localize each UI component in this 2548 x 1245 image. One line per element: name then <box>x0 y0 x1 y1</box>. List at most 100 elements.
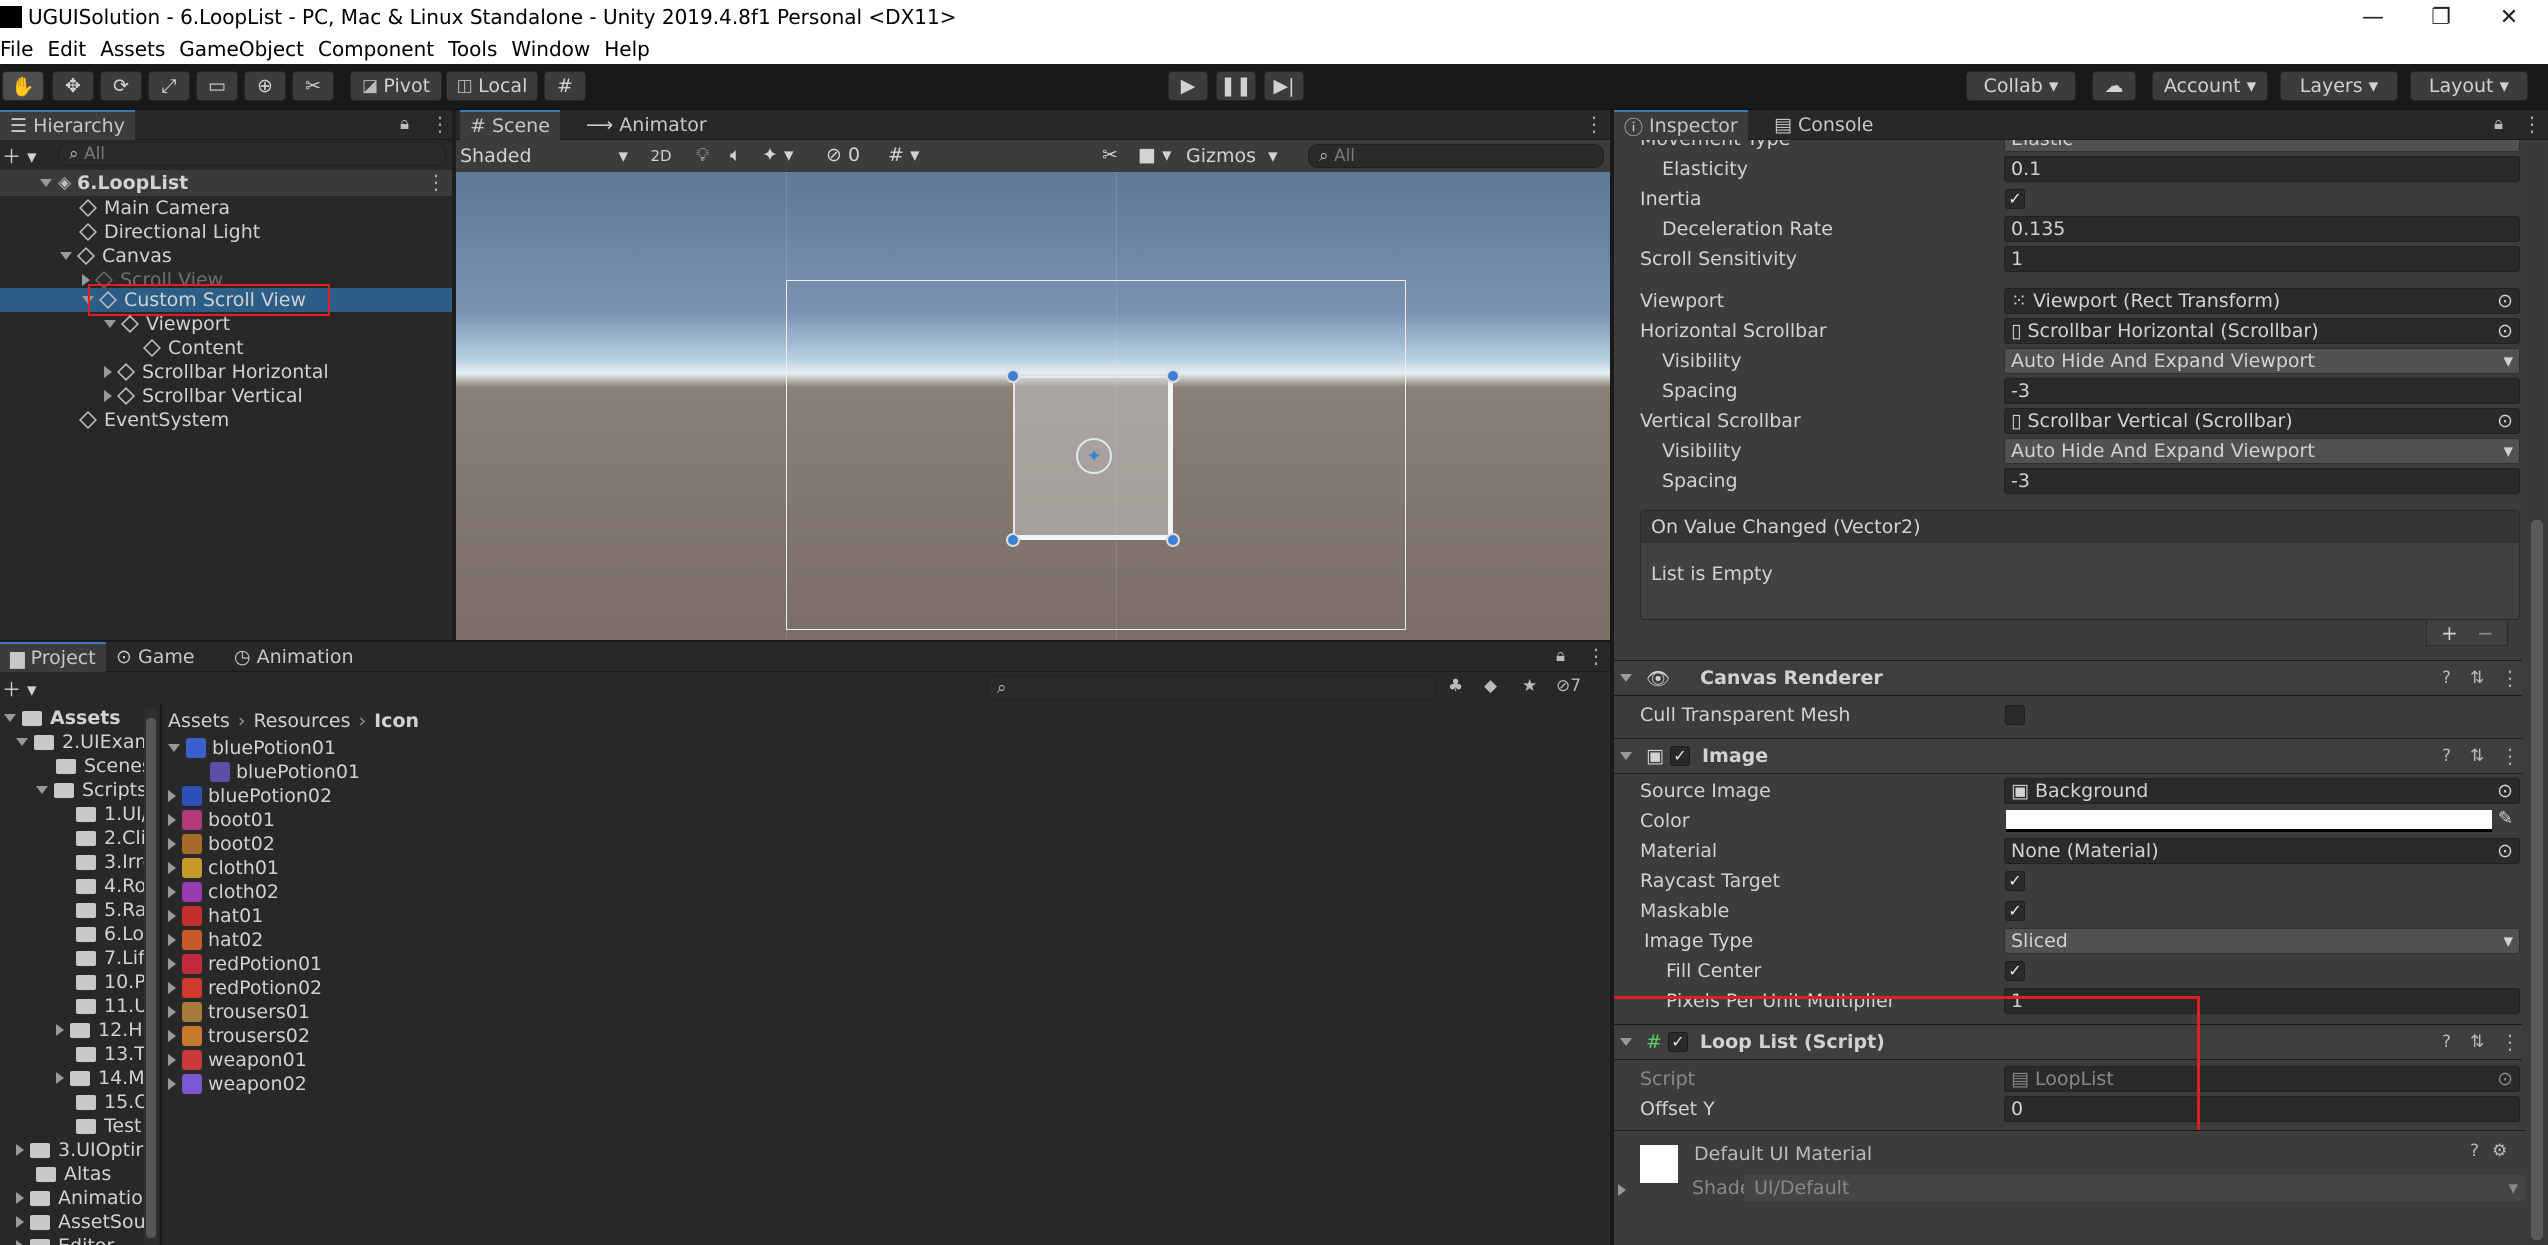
splitter[interactable] <box>160 704 162 1245</box>
tree-item[interactable]: 1.UI/ <box>76 802 148 826</box>
shader-dropdown[interactable]: UI/Default ▾ <box>1744 1175 2526 1201</box>
tree-scrollbar-thumb[interactable] <box>146 718 156 1238</box>
tab-inspector[interactable]: ⓘ Inspector <box>1614 110 1748 140</box>
inspector-scrollbar-thumb[interactable] <box>2531 520 2543 1240</box>
list-item[interactable]: bluePotion02 <box>168 784 332 808</box>
pause-button[interactable]: ❚❚ <box>1216 71 1256 101</box>
play-button[interactable]: ▶ <box>1168 71 1208 101</box>
scene-menu-icon[interactable]: ⋮ <box>1584 112 1604 136</box>
audio-icon[interactable]: 🔈︎ <box>730 144 741 166</box>
lock-icon[interactable]: 🔒︎ <box>400 114 409 134</box>
rotate-tool-icon[interactable]: ⟳ <box>100 71 142 101</box>
hierarchy-item-directional-light[interactable]: Directional Light <box>78 220 260 244</box>
grid-snap-icon[interactable]: # <box>544 71 586 101</box>
rect-handle[interactable] <box>1166 369 1180 383</box>
custom-tool-icon[interactable]: ✂ <box>292 71 334 101</box>
presets-icon[interactable]: ⇅ <box>2470 1032 2484 1052</box>
menu-tools[interactable]: Tools <box>448 37 497 61</box>
shading-dropdown[interactable]: Shaded ▾ <box>460 143 632 169</box>
hierarchy-search-input[interactable]: ⌕ All <box>58 142 446 166</box>
object-picker-icon[interactable]: ⊙ <box>2497 290 2513 312</box>
pivot-button[interactable]: ◪ Pivot <box>350 71 442 101</box>
hierarchy-item-main-camera[interactable]: Main Camera <box>78 196 230 220</box>
h-scrollbar-field[interactable]: ▯ Scrollbar Horizontal (Scrollbar) ⊙ <box>2004 318 2520 344</box>
object-picker-icon[interactable]: ⊙ <box>2497 780 2513 802</box>
event-remove-button[interactable]: − <box>2477 621 2494 645</box>
list-item[interactable]: redPotion01 <box>168 952 322 976</box>
tree-item[interactable]: 6.Lo <box>76 922 144 946</box>
menu-component[interactable]: Component <box>318 37 434 61</box>
movement-type-dropdown[interactable]: Elastic <box>2004 140 2520 152</box>
tree-item[interactable]: 15.C <box>76 1090 147 1114</box>
object-picker-icon[interactable]: ⊙ <box>2497 840 2513 862</box>
list-item[interactable]: redPotion02 <box>168 976 322 1000</box>
canvas-renderer-header[interactable]: 👁︎ Canvas Renderer ? ⇅ ⋮ <box>1614 660 2522 696</box>
account-dropdown[interactable]: Account ▾ <box>2152 71 2268 101</box>
tree-item[interactable]: Animation <box>16 1186 155 1210</box>
list-item[interactable]: boot02 <box>168 832 275 856</box>
tree-scrollbar[interactable] <box>144 708 158 1245</box>
component-menu-icon[interactable]: ⋮ <box>2500 744 2520 768</box>
tab-scene[interactable]: # Scene <box>460 110 560 140</box>
menu-file[interactable]: File <box>0 37 33 61</box>
scene-viewport[interactable]: ✦ <box>456 172 1610 640</box>
list-item[interactable]: cloth01 <box>168 856 279 880</box>
h-spacing-field[interactable]: -3 <box>2004 378 2520 404</box>
tab-console[interactable]: ▤ Console <box>1764 110 1883 140</box>
favorite-icon[interactable]: ★ <box>1522 676 1537 696</box>
minimize-button[interactable]: — <box>2340 0 2406 34</box>
tree-item[interactable]: 7.Lif <box>76 946 145 970</box>
event-add-button[interactable]: + <box>2441 621 2458 645</box>
rect-handle[interactable] <box>1006 533 1020 547</box>
tree-item[interactable]: Altas <box>36 1162 111 1186</box>
image-enabled-checkbox[interactable]: ✓ <box>1669 746 1690 766</box>
step-button[interactable]: ▶| <box>1264 71 1304 101</box>
help-icon[interactable]: ? <box>2442 668 2451 688</box>
fill-center-checkbox[interactable]: ✓ <box>2005 961 2025 981</box>
hierarchy-item-canvas[interactable]: Canvas <box>60 244 172 268</box>
tree-item-2uiexam[interactable]: 2.UIExam <box>16 730 153 754</box>
v-scrollbar-field[interactable]: ▯ Scrollbar Vertical (Scrollbar) ⊙ <box>2004 408 2520 434</box>
tree-item[interactable]: Test <box>76 1114 141 1138</box>
local-button[interactable]: ◫ Local <box>446 71 538 101</box>
tools-icon[interactable]: ✂ <box>1102 144 1118 166</box>
camera-icon[interactable]: ■ ▾ <box>1138 144 1172 166</box>
tab-project[interactable]: ▆ Project <box>0 642 106 672</box>
help-icon[interactable]: ? <box>2442 1032 2451 1052</box>
scene-root[interactable]: ◈ 6.LoopList <box>40 171 188 195</box>
tab-animation[interactable]: ◷ Animation <box>224 642 364 672</box>
rect-tool-icon[interactable]: ▭ <box>196 71 238 101</box>
list-item[interactable]: weapon01 <box>168 1048 307 1072</box>
tab-animator[interactable]: ⟶ Animator <box>576 110 717 140</box>
menu-assets[interactable]: Assets <box>100 37 165 61</box>
tree-item[interactable]: 3.Irre <box>76 850 154 874</box>
component-menu-icon[interactable]: ⋮ <box>2500 666 2520 690</box>
breadcrumb-assets[interactable]: Assets <box>168 710 230 732</box>
lock-icon[interactable]: 🔒︎ <box>2494 114 2503 134</box>
source-image-field[interactable]: ▣ Background ⊙ <box>2004 778 2520 804</box>
move-tool-icon[interactable]: ✥ <box>52 71 94 101</box>
menu-help[interactable]: Help <box>604 37 650 61</box>
component-menu-icon[interactable]: ⋮ <box>2500 1030 2520 1054</box>
inspector-scrollbar[interactable] <box>2528 140 2546 1245</box>
viewport-field[interactable]: ⁙ Viewport (Rect Transform) ⊙ <box>2004 288 2520 314</box>
tree-item[interactable]: 2.Cli <box>76 826 146 850</box>
list-item[interactable]: cloth02 <box>168 880 279 904</box>
list-item[interactable]: boot01 <box>168 808 275 832</box>
tree-item-scripts[interactable]: Scripts <box>36 778 147 802</box>
presets-icon[interactable]: ⇅ <box>2470 668 2484 688</box>
scene-menu-icon[interactable]: ⋮ <box>426 170 446 194</box>
cloud-icon[interactable]: ☁ <box>2092 71 2136 101</box>
list-item[interactable]: trousers01 <box>168 1000 310 1024</box>
scale-tool-icon[interactable]: ⤢ <box>148 71 190 101</box>
inertia-checkbox[interactable]: ✓ <box>2005 189 2025 209</box>
tree-item[interactable]: AssetSou <box>16 1210 146 1234</box>
h-visibility-dropdown[interactable]: Auto Hide And Expand Viewport ▾ <box>2004 348 2520 374</box>
color-swatch[interactable] <box>2006 810 2492 832</box>
list-item[interactable]: bluePotion01 <box>168 736 336 760</box>
scene-search-input[interactable]: ⌕ All <box>1308 144 1604 168</box>
tree-item[interactable]: Editor <box>16 1234 114 1245</box>
hierarchy-item-content[interactable]: Content <box>142 336 244 360</box>
object-picker-icon[interactable]: ⊙ <box>2497 320 2513 342</box>
lock-icon[interactable]: 🔒︎ <box>1556 646 1565 666</box>
